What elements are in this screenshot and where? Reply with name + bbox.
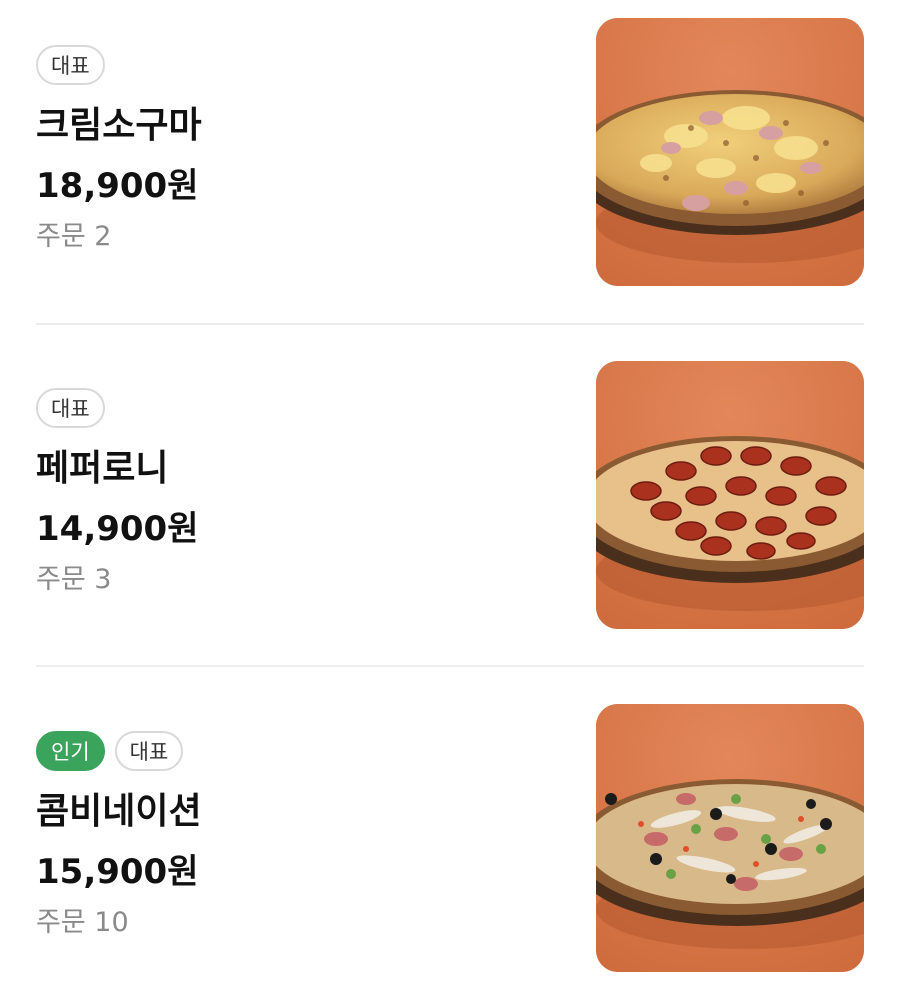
menu-item[interactable]: 인기 대표 콤비네이션 15,900원 주문 10 xyxy=(36,704,864,974)
item-divider xyxy=(36,323,864,325)
representative-badge: 대표 xyxy=(36,45,105,85)
popular-badge: 인기 xyxy=(36,731,105,771)
pepperoni-pizza-image xyxy=(596,361,864,629)
combination-pizza-image xyxy=(596,704,864,972)
item-divider xyxy=(36,665,864,667)
cream-sweet-potato-pizza-image xyxy=(596,18,864,286)
badge-group: 대표 xyxy=(36,388,105,428)
order-count: 주문 2 xyxy=(36,221,112,252)
item-price: 14,900원 xyxy=(36,509,199,549)
item-price: 15,900원 xyxy=(36,852,199,892)
representative-badge: 대표 xyxy=(36,388,105,428)
menu-item[interactable]: 대표 크림소구마 18,900원 주문 2 xyxy=(36,18,864,288)
representative-badge: 대표 xyxy=(114,731,184,771)
menu-item[interactable]: 대표 페퍼로니 14,900원 주문 3 xyxy=(36,361,864,631)
badge-group: 대표 xyxy=(36,45,105,85)
order-count: 주문 10 xyxy=(36,907,129,938)
badge-group: 인기 대표 xyxy=(36,731,184,771)
order-count: 주문 3 xyxy=(36,564,112,595)
item-name: 크림소구마 xyxy=(36,105,202,146)
menu-list: 대표 크림소구마 18,900원 주문 2 대표 페퍼로니 14,900원 주문… xyxy=(0,0,900,989)
item-price: 18,900원 xyxy=(36,166,199,206)
item-name: 페퍼로니 xyxy=(36,448,169,489)
item-name: 콤비네이션 xyxy=(36,791,202,832)
